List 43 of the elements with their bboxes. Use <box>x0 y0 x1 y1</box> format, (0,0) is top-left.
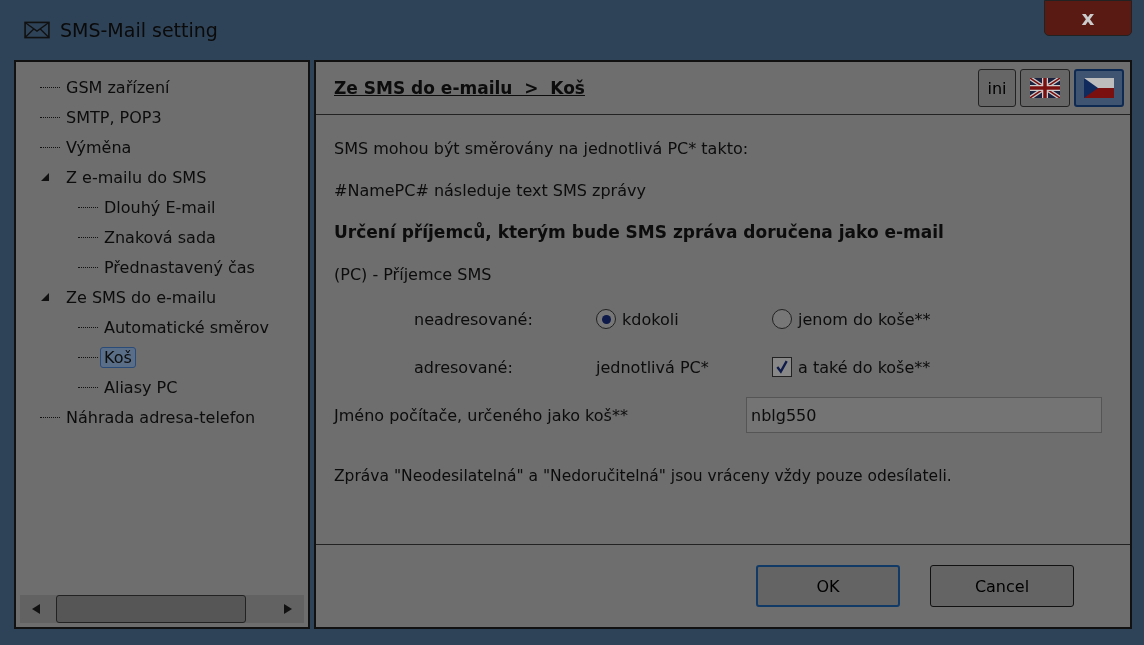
radio-icon[interactable] <box>772 309 792 329</box>
unaddressed-label: neadresované: <box>414 309 534 329</box>
tree-item[interactable]: Dlouhý E-mail <box>100 196 220 218</box>
tree-item[interactable]: Znaková sada <box>100 226 220 248</box>
tree-item[interactable]: Přednastavený čas <box>100 256 259 278</box>
window-title: SMS-Mail setting <box>60 19 218 41</box>
horizontal-scrollbar[interactable] <box>20 595 304 623</box>
envelope-icon <box>24 21 50 39</box>
checkbox-option[interactable]: a také do koše** <box>772 357 931 377</box>
format-text: #NamePC# následuje text SMS zprávy <box>334 179 647 202</box>
addressed-value: jednotlivá PC* <box>596 357 710 377</box>
scrollbar-thumb[interactable] <box>56 595 246 623</box>
close-button[interactable]: x <box>1044 0 1132 36</box>
breadcrumb-title: Ze SMS do e-mailu > Koš <box>334 78 585 98</box>
tree-item[interactable]: GSM zařízení <box>62 76 174 98</box>
scroll-left-icon[interactable] <box>32 604 40 614</box>
tree-item[interactable]: Z e-mailu do SMS <box>62 166 211 188</box>
checkbox-icon[interactable] <box>772 357 792 377</box>
computer-name-field[interactable]: nblg550 <box>746 397 1102 433</box>
radio-option[interactable]: kdokoli <box>596 309 772 329</box>
addressed-label: adresované: <box>414 357 514 377</box>
intro-text: SMS mohou být směrovány na jednotlivá PC* takto: <box>334 137 750 160</box>
ini-button[interactable]: ini <box>978 69 1016 107</box>
radio-option[interactable]: jenom do koše** <box>772 309 931 329</box>
tree-item[interactable]: SMTP, POP3 <box>62 106 166 128</box>
czech-flag-button[interactable] <box>1074 69 1124 107</box>
section-heading: Určení příjemců, kterým bude SMS zpráva doručena jako e-mail <box>334 221 945 244</box>
tree-item[interactable]: Aliasy PC <box>100 376 182 398</box>
cancel-button[interactable]: Cancel <box>930 565 1074 607</box>
tree-item[interactable]: Výměna <box>62 136 136 158</box>
tree-item[interactable]: Automatické směrov <box>100 316 273 338</box>
uk-flag-icon <box>1030 78 1060 98</box>
tree-item[interactable]: Ze SMS do e-mailu <box>62 286 221 308</box>
tree-item[interactable]: Náhrada adresa-telefon <box>62 406 260 428</box>
radio-icon[interactable] <box>596 309 616 329</box>
czech-flag-icon <box>1084 78 1114 98</box>
tree-item[interactable]: Koš <box>100 346 136 368</box>
ok-button[interactable]: OK <box>756 565 900 607</box>
recipient-label: (PC) - Příjemce SMS <box>334 263 493 286</box>
note-text: Zpráva "Neodesilatelná" a "Nedoručitelná" jsou vráceny vždy pouze odesílateli. <box>334 466 953 487</box>
uk-flag-button[interactable] <box>1020 69 1070 107</box>
scroll-right-icon[interactable] <box>284 604 292 614</box>
computer-name-label: Jméno počítače, určeného jako koš** <box>334 405 629 425</box>
